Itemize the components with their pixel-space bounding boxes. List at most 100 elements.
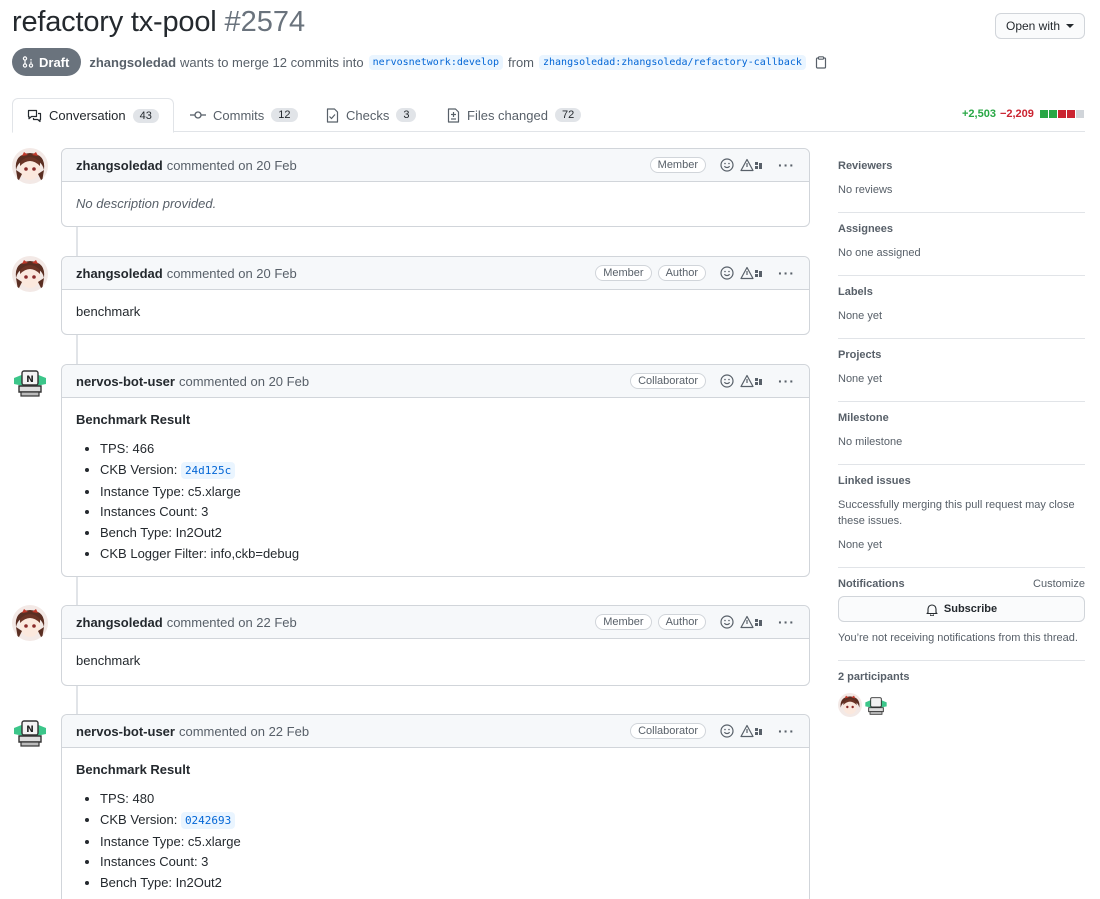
comment-author[interactable]: nervos-bot-user [76,374,175,389]
role-badge: Collaborator [630,373,706,389]
tab-label: Conversation [49,108,126,123]
smiley-icon[interactable] [720,374,734,388]
participant-avatar-nervos-bot[interactable] [864,693,888,717]
assignees-heading[interactable]: Assignees [838,223,1085,235]
list-item: CKB Version: 0242693 [100,810,795,832]
subscribe-label: Subscribe [943,603,998,615]
comment-author[interactable]: zhangsoledad [76,158,163,173]
comment-meta[interactable]: commented on 20 Feb [179,374,309,389]
list-item: TPS: 480 [100,789,795,810]
comment-header: nervos-bot-user commented on 22 Feb Coll… [62,715,809,748]
notifications-section: Notifications Customize Subscribe You’re… [838,568,1085,661]
comment-meta[interactable]: commented on 20 Feb [167,158,297,173]
role-badge: Author [657,265,706,281]
item-text: Instances Count: 3 [100,854,209,870]
item-text: Instances Count: 3 [100,504,209,520]
notifications-title: Notifications [838,578,905,590]
smiley-icon[interactable] [720,615,734,629]
report-icon[interactable] [740,158,764,172]
list-item: Instances Count: 3 [100,502,795,523]
smiley-icon[interactable] [720,158,734,172]
projects-value: None yet [838,373,883,385]
avatar-zhangsoledad[interactable] [12,148,48,184]
commit-hash-link[interactable]: 24d125c [180,461,236,479]
report-icon[interactable] [740,615,764,629]
comment-author[interactable]: nervos-bot-user [76,724,175,739]
caret-down-icon [1066,24,1075,28]
role-badge: Author [657,614,706,630]
pr-number: #2574 [224,6,306,38]
commit-hash-link[interactable]: 0242693 [180,811,236,829]
file-diff-icon [447,107,460,123]
comment-meta[interactable]: commented on 22 Feb [179,724,309,739]
report-icon[interactable] [740,374,764,388]
benchmark-list: TPS: 466 CKB Version: 24d125c Instance T… [76,439,795,565]
tab-commits[interactable]: Commits 12 [190,98,298,132]
role-badge: Member [595,614,652,630]
milestone-section: Milestone No milestone [838,402,1085,465]
smiley-icon[interactable] [720,724,734,738]
comment-card: zhangsoledad commented on 20 Feb Member … [61,148,810,227]
comment-meta[interactable]: commented on 22 Feb [167,615,297,630]
pr-author-link[interactable]: zhangsoledad [89,55,176,70]
kebab-menu-icon[interactable]: ··· [778,614,795,630]
avatar-zhangsoledad[interactable] [12,605,48,641]
avatar-nervos-bot[interactable]: N [12,364,48,400]
comment-text: No description provided. [76,196,217,211]
comment-body: Benchmark Result TPS: 480 CKB Version: 0… [62,748,809,899]
avatar-zhangsoledad[interactable] [12,256,48,292]
comment-header: nervos-bot-user commented on 20 Feb Coll… [62,365,809,398]
pr-title: refactory tx-pool [12,6,217,38]
projects-heading[interactable]: Projects [838,349,1085,361]
from-text: from [508,54,534,70]
list-item: CKB Logger Filter: info,ckb=debug [100,544,795,565]
linked-issues-section: Linked issues Successfully merging this … [838,465,1085,568]
tab-checks[interactable]: Checks 3 [326,98,417,132]
comment-author[interactable]: zhangsoledad [76,615,163,630]
labels-heading[interactable]: Labels [838,286,1085,298]
tab-conversation[interactable]: Conversation 43 [12,98,174,133]
comment-heading: Benchmark Result [76,412,191,427]
benchmark-list: TPS: 480 CKB Version: 0242693 Instance T… [76,789,795,894]
participants-heading: 2 participants [838,671,910,683]
list-item: Bench Type: In2Out2 [100,873,795,894]
reviewers-heading[interactable]: Reviewers [838,160,1085,172]
list-item: Instance Type: c5.xlarge [100,482,795,503]
customize-link[interactable]: Customize [1033,578,1085,590]
comment-card: zhangsoledad commented on 22 Feb Member … [61,605,810,686]
linked-issues-heading[interactable]: Linked issues [838,475,1085,487]
report-icon[interactable] [740,266,764,280]
comment-author[interactable]: zhangsoledad [76,266,163,281]
tab-label: Files changed [467,107,548,123]
labels-value: None yet [838,310,883,322]
item-text: CKB Version: [100,461,181,477]
subscribe-button[interactable]: Subscribe [838,596,1085,622]
open-with-button[interactable]: Open with [995,13,1085,39]
assignees-value: No one assigned [838,247,921,259]
avatar-nervos-bot[interactable]: N [12,714,48,750]
svg-text:N: N [26,725,34,735]
list-item: Bench Type: In2Out2 [100,523,795,544]
list-item: Instance Type: c5.xlarge [100,832,795,853]
participant-avatar-zhangsoledad[interactable] [838,693,862,717]
comment-meta[interactable]: commented on 20 Feb [167,266,297,281]
comment-text: benchmark [76,653,141,668]
comment-body: benchmark [62,290,809,333]
clipboard-icon[interactable] [815,55,827,69]
kebab-menu-icon[interactable]: ··· [778,723,795,739]
milestone-heading[interactable]: Milestone [838,412,1085,424]
tab-counter: 3 [396,108,417,122]
head-branch[interactable]: zhangsoledad:zhangsoleda/refactory-callb… [539,54,806,70]
tab-counter: 72 [554,108,582,122]
kebab-menu-icon[interactable]: ··· [778,157,795,173]
comment-body: Benchmark Result TPS: 466 CKB Version: 2… [62,398,809,579]
projects-section: Projects None yet [838,339,1085,402]
base-branch[interactable]: nervosnetwork:develop [368,54,503,70]
kebab-menu-icon[interactable]: ··· [778,265,795,281]
smiley-icon[interactable] [720,266,734,280]
bell-icon [926,603,938,616]
tab-files-changed[interactable]: Files changed 72 [447,98,582,132]
kebab-menu-icon[interactable]: ··· [778,373,795,389]
report-icon[interactable] [740,724,764,738]
comment-card: nervos-bot-user commented on 20 Feb Coll… [61,364,810,577]
